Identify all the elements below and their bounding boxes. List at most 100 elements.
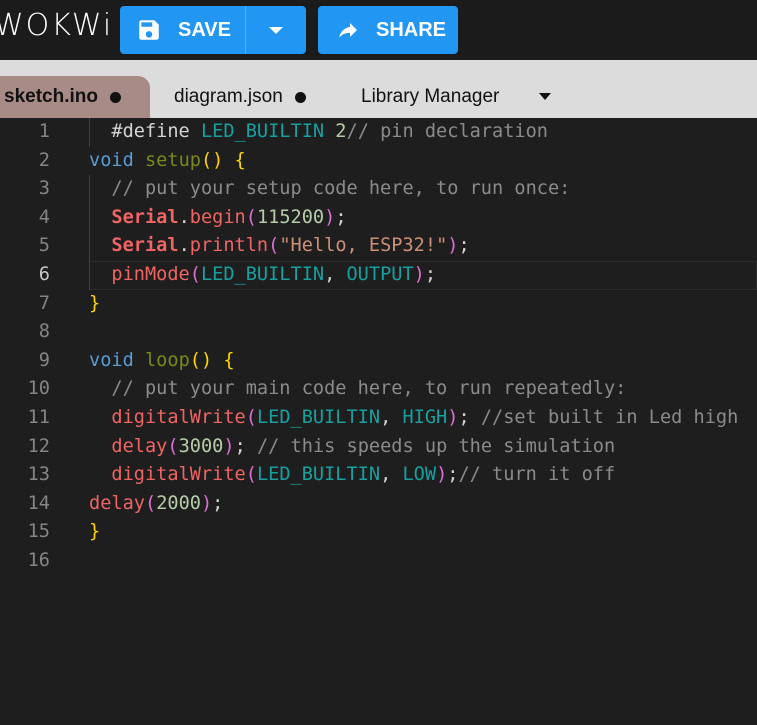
code-line[interactable]: 9 void loop() {: [0, 347, 757, 376]
code-token: LOW: [402, 464, 437, 486]
code-token: // this speeds up the simulation: [256, 435, 616, 457]
code-line[interactable]: 10 // put your main code here, to run re…: [0, 375, 757, 404]
code-token: LED_BUILTIN: [256, 407, 381, 428]
code-text: #define LED_BUILTIN 2// pin declaration: [89, 118, 548, 147]
tab-sketch-ino[interactable]: sketch.ino: [0, 76, 150, 118]
line-number: 1: [38, 121, 50, 142]
tab-label: diagram.json: [174, 86, 283, 107]
code-line[interactable]: 2 void setup() {: [0, 147, 757, 176]
code-text: delay(2000);: [89, 490, 223, 519]
tab-library-manager[interactable]: Library Manager: [361, 76, 499, 118]
code-token: ;: [458, 407, 481, 428]
code-token: (: [189, 264, 201, 285]
code-token: digitalWrite: [89, 407, 246, 428]
code-token: (: [144, 492, 157, 514]
code-token: 2000: [156, 492, 201, 514]
code-token: LED_BUILTIN: [200, 264, 325, 285]
share-icon: [339, 23, 357, 38]
line-number: 12: [27, 435, 50, 457]
code-token: (: [245, 464, 257, 486]
line-number: 9: [38, 349, 50, 371]
code-token: (: [245, 206, 257, 228]
code-line[interactable]: 12 delay(3000); // this speeds up the si…: [0, 433, 757, 462]
share-button[interactable]: SHARE: [318, 6, 458, 54]
code-line[interactable]: 8: [0, 318, 757, 347]
unsaved-dot-icon: [109, 91, 121, 103]
code-token: // pin declaration: [346, 121, 549, 142]
tab-diagram-json[interactable]: diagram.json: [174, 76, 306, 118]
code-line[interactable]: 16: [0, 547, 757, 576]
code-token: loop: [144, 349, 190, 371]
code-line[interactable]: 1 #define LED_BUILTIN 2// pin declaratio…: [0, 118, 757, 147]
code-text: }: [89, 518, 100, 547]
code-token: void: [89, 349, 145, 371]
save-options-button[interactable]: [246, 26, 306, 34]
code-token: ): [200, 492, 213, 514]
save-button-group: SAVE: [120, 6, 306, 54]
code-token: LED_BUILTIN: [256, 464, 381, 486]
line-number: 16: [27, 550, 50, 571]
code-line[interactable]: 4 Serial.begin(115200);: [0, 204, 757, 233]
code-token: "Hello, ESP32!": [279, 235, 448, 257]
save-button[interactable]: SAVE: [120, 6, 246, 54]
code-token: // put your setup code here, to run once…: [89, 178, 571, 200]
line-number: 2: [38, 149, 50, 171]
save-icon: [139, 20, 159, 40]
code-line[interactable]: 13 digitalWrite(LED_BUILTIN, LOW);// tur…: [0, 461, 757, 490]
code-token: println: [189, 235, 269, 257]
line-number: 11: [27, 407, 50, 428]
code-text: delay(3000); // this speeds up the simul…: [89, 433, 615, 462]
code-token: () {: [200, 149, 246, 171]
chevron-down-icon: [269, 26, 283, 34]
code-line[interactable]: 6 pinMode(LED_BUILTIN, OUTPUT);: [0, 261, 757, 290]
line-number: 13: [27, 464, 50, 486]
code-line[interactable]: 7}: [0, 290, 757, 319]
code-token: ,: [380, 464, 403, 486]
code-token: ): [324, 206, 336, 228]
line-number: 10: [27, 378, 50, 400]
code-text: pinMode(LED_BUILTIN, OUTPUT);: [89, 261, 436, 290]
code-token: // put your main code here, to run repea…: [89, 378, 627, 400]
code-token: // turn it off: [458, 464, 616, 486]
tab-label: Library Manager: [361, 86, 500, 107]
code-line[interactable]: 15}: [0, 518, 757, 547]
code-token: ;: [335, 206, 347, 228]
code-token: ): [447, 235, 459, 257]
code-text: // put your main code here, to run repea…: [89, 375, 626, 404]
code-token: ;: [447, 464, 459, 486]
code-line[interactable]: 11 digitalWrite(LED_BUILTIN, HIGH); //se…: [0, 404, 757, 433]
code-token: ): [447, 407, 459, 428]
wokwi-logo[interactable]: WOKWi: [0, 8, 113, 43]
code-token: .: [178, 235, 190, 257]
code-token: ,: [324, 264, 347, 285]
code-token: ;: [458, 235, 470, 257]
code-line[interactable]: 5 Serial.println("Hello, ESP32!");: [0, 232, 757, 261]
code-text: digitalWrite(LED_BUILTIN, LOW);// turn i…: [89, 461, 615, 490]
code-text: }: [89, 290, 100, 319]
code-token: pinMode: [89, 264, 190, 285]
code-token: void: [89, 149, 145, 171]
code-token: Serial: [89, 235, 179, 257]
code-editor[interactable]: 1 #define LED_BUILTIN 2// pin declaratio…: [0, 118, 757, 725]
code-token: (: [245, 407, 257, 428]
code-token: ;: [424, 264, 437, 285]
line-number: 15: [27, 521, 50, 543]
code-token: #define: [89, 121, 201, 142]
code-text: Serial.println("Hello, ESP32!");: [89, 232, 470, 261]
code-token: begin: [189, 206, 246, 228]
line-number: 5: [38, 235, 50, 257]
top-bar: WOKWi SAVE SHARE: [0, 0, 757, 60]
code-text: void setup() {: [89, 147, 246, 176]
code-token: ): [413, 264, 425, 285]
line-number: 14: [27, 492, 50, 514]
code-line[interactable]: 3 // put your setup code here, to run on…: [0, 175, 757, 204]
tabs-menu-chevron-icon[interactable]: [539, 93, 551, 100]
code-token: (: [268, 235, 280, 257]
code-line[interactable]: 14 delay(2000);: [0, 490, 757, 519]
code-token: delay: [89, 492, 145, 514]
code-token: ;: [234, 435, 257, 457]
code-token: OUTPUT: [346, 264, 414, 285]
code-token: delay: [89, 435, 168, 457]
code-token: //set built in Led high: [480, 407, 739, 428]
code-token: 3000: [178, 435, 224, 457]
